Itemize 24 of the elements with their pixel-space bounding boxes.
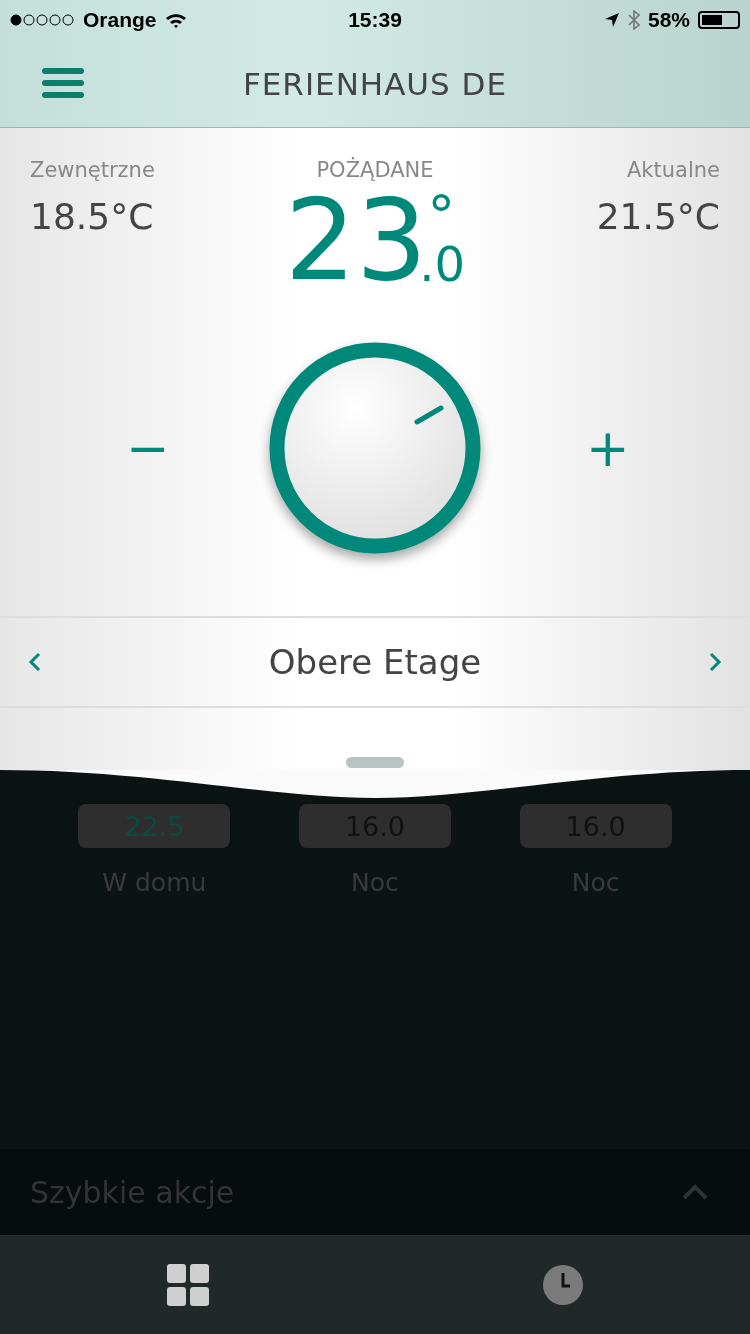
previous-room-icon[interactable]	[28, 651, 42, 673]
location-arrow-icon	[603, 12, 620, 28]
current-temperature: 21.5°C	[596, 196, 720, 237]
decrease-button[interactable]: −	[120, 417, 170, 479]
current-label: Aktualne	[627, 158, 720, 182]
outside-temperature: 18.5°C	[30, 196, 155, 237]
drag-handle[interactable]	[346, 757, 404, 768]
increase-button[interactable]: +	[580, 417, 630, 479]
temperature-dial[interactable]	[267, 340, 483, 556]
menu-button[interactable]	[42, 66, 84, 100]
outside-label: Zewnętrzne	[30, 158, 156, 182]
carrier-name: Orange	[83, 8, 157, 32]
room-name: Obere Etage	[268, 642, 482, 682]
bluetooth-icon	[627, 10, 640, 30]
desired-label: POŻĄDANE	[316, 158, 434, 182]
next-room-icon[interactable]	[708, 651, 722, 673]
grid-icon	[165, 1262, 210, 1307]
wifi-icon	[164, 11, 187, 29]
clock-time: 15:39	[348, 8, 402, 32]
page-title: FERIENHAUS DE	[242, 65, 508, 102]
clock-icon	[541, 1263, 584, 1306]
battery-icon	[698, 11, 740, 29]
battery-percent: 58%	[647, 8, 690, 32]
signal-icon	[10, 13, 75, 27]
